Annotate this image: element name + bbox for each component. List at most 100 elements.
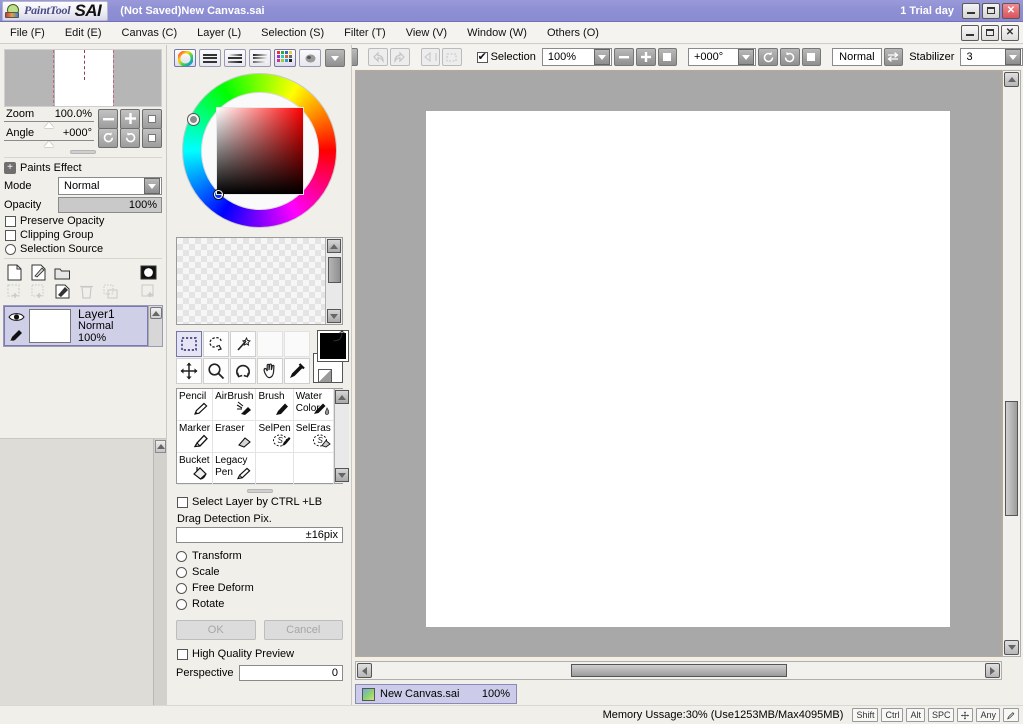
hsv-sliders-tab[interactable] (224, 49, 246, 67)
canvas-horizontal-scrollbar[interactable] (355, 661, 1002, 680)
brush-bucket[interactable]: Bucket (177, 453, 213, 485)
canvas-paper[interactable] (426, 111, 950, 627)
layer-row[interactable]: Layer1 Normal 100% (4, 306, 148, 346)
flip-horizontal-button[interactable] (421, 48, 441, 66)
add-to-selection-icon[interactable] (6, 283, 24, 301)
drag-detection-slider[interactable]: ±16pix (176, 527, 343, 543)
zoom-tool[interactable] (203, 358, 229, 384)
empty-tool-slot-1[interactable] (257, 331, 283, 357)
clipping-group-checkbox[interactable] (5, 230, 16, 241)
nav-zoom-out-button[interactable] (98, 109, 118, 129)
scale-radio[interactable] (176, 567, 187, 578)
rotate-ccw-button[interactable] (758, 48, 778, 66)
zoom-slider[interactable]: Zoom 100.0% (4, 108, 94, 129)
magic-wand-tool[interactable] (230, 331, 256, 357)
empty-tool-slot-2[interactable] (284, 331, 310, 357)
hand-tool[interactable] (257, 358, 283, 384)
layer-opacity-slider[interactable]: 100% (58, 197, 162, 213)
left-scroll-up-icon[interactable] (157, 444, 165, 449)
canvas-vscroll-thumb[interactable] (1005, 401, 1018, 516)
color-panel-menu-button[interactable] (325, 49, 345, 67)
new-folder-icon[interactable] (54, 264, 72, 282)
document-tab[interactable]: New Canvas.sai 100% (355, 684, 517, 704)
free-deform-radio[interactable] (176, 583, 187, 594)
minimize-button[interactable] (962, 3, 980, 19)
high-quality-preview-checkbox[interactable] (177, 649, 188, 660)
canvas-scroll-down-icon[interactable] (1004, 640, 1019, 655)
menu-item-file[interactable]: File (F) (0, 25, 55, 41)
brush-eraser[interactable]: Eraser (213, 421, 256, 453)
scratchpad-panel[interactable] (176, 237, 343, 325)
brush-legacy-pen[interactable]: Legacy Pen (213, 453, 256, 485)
menu-item-edit[interactable]: Edit (E) (55, 25, 112, 41)
swap-view-button[interactable] (884, 48, 904, 66)
scratchpad-scroll-down-icon[interactable] (327, 309, 341, 323)
layer-mask-icon[interactable] (140, 264, 158, 282)
merge-down-icon[interactable] (54, 283, 72, 301)
layer-visibility-icon[interactable] (5, 307, 27, 326)
layer-list-scrollbar[interactable] (148, 306, 162, 346)
rgb-sliders-tab[interactable] (199, 49, 221, 67)
doc-minimize-button[interactable] (961, 25, 979, 41)
foreground-background-colors[interactable]: ⤴ (318, 331, 343, 383)
chevron-down-icon-stabilizer[interactable] (1005, 49, 1021, 65)
brush-empty-2[interactable] (294, 453, 334, 485)
selection-source-radio[interactable] (5, 244, 16, 255)
canvas-viewport[interactable] (355, 70, 1002, 657)
left-panel-scrollbar[interactable] (153, 439, 167, 724)
canvas-scroll-right-icon[interactable] (985, 663, 1000, 678)
brush-empty-1[interactable] (256, 453, 293, 485)
stabilizer-combo[interactable]: 3 (960, 48, 1023, 66)
brush-watercolor[interactable]: Water Color (294, 389, 334, 421)
chevron-down-icon-mode[interactable] (144, 178, 160, 194)
scratchpad-tab[interactable] (299, 49, 321, 67)
selection-source-row[interactable]: Selection Source (0, 242, 166, 256)
layer-mode-combo[interactable]: Normal (58, 177, 162, 195)
zoom-in-button[interactable] (636, 48, 656, 66)
rotate-reset-button[interactable] (802, 48, 822, 66)
doc-maximize-button[interactable] (981, 25, 999, 41)
scratchpad-canvas[interactable] (177, 238, 325, 324)
cancel-button[interactable]: Cancel (264, 620, 344, 640)
expand-plus-icon[interactable]: + (4, 162, 16, 174)
selection-checkbox[interactable] (477, 52, 488, 63)
preserve-opacity-checkbox[interactable] (5, 216, 16, 227)
canvas-hscroll-thumb[interactable] (571, 664, 787, 677)
select-layer-ctrl-checkbox[interactable] (177, 497, 188, 508)
brush-seleras[interactable]: SelEras S (294, 421, 334, 453)
rotate-cw-button[interactable] (780, 48, 800, 66)
paints-effect-row[interactable]: + Paints Effect (0, 160, 166, 176)
brush-pencil[interactable]: Pencil (177, 389, 213, 421)
eyedropper-tool[interactable] (284, 358, 310, 384)
brush-scroll-up-icon[interactable] (335, 390, 349, 404)
scroll-up-icon[interactable] (150, 307, 162, 319)
close-button[interactable]: ✕ (1002, 3, 1020, 19)
chevron-down-icon-angle[interactable] (738, 49, 754, 65)
nav-rotate-cw-button[interactable] (120, 128, 140, 148)
lasso-selection-tool[interactable] (203, 331, 229, 357)
nav-zoom-in-button[interactable] (120, 109, 140, 129)
brush-palette-scrollbar[interactable] (334, 389, 349, 483)
menu-item-view[interactable]: View (V) (396, 25, 457, 41)
color-wheel[interactable] (168, 71, 351, 231)
delete-layer-icon[interactable] (78, 283, 96, 301)
brush-brush[interactable]: Brush (256, 389, 293, 421)
mode-scale-row[interactable]: Scale (168, 564, 351, 580)
layer-select-pen-icon[interactable] (5, 326, 27, 345)
new-linework-layer-icon[interactable] (30, 264, 48, 282)
chevron-down-icon[interactable] (594, 49, 610, 65)
saturation-value-marker[interactable] (214, 190, 223, 199)
selection-checkbox-wrap[interactable]: Selection (477, 51, 536, 63)
rotate-tool[interactable] (230, 358, 256, 384)
mode-rotate-row[interactable]: Rotate (168, 596, 351, 612)
flip-vertical-button[interactable] (442, 48, 462, 66)
zoom-combo[interactable]: 100% (542, 48, 612, 66)
scratchpad-scroll-thumb[interactable] (328, 257, 341, 283)
move-tool[interactable] (176, 358, 202, 384)
color-wheel-tab[interactable] (174, 49, 196, 67)
tool-options-grip[interactable] (247, 489, 273, 493)
layer-list[interactable]: Layer1 Normal 100% (3, 305, 163, 347)
ok-button[interactable]: OK (176, 620, 256, 640)
clipping-group-row[interactable]: Clipping Group (0, 228, 166, 242)
maximize-button[interactable] (982, 3, 1000, 19)
